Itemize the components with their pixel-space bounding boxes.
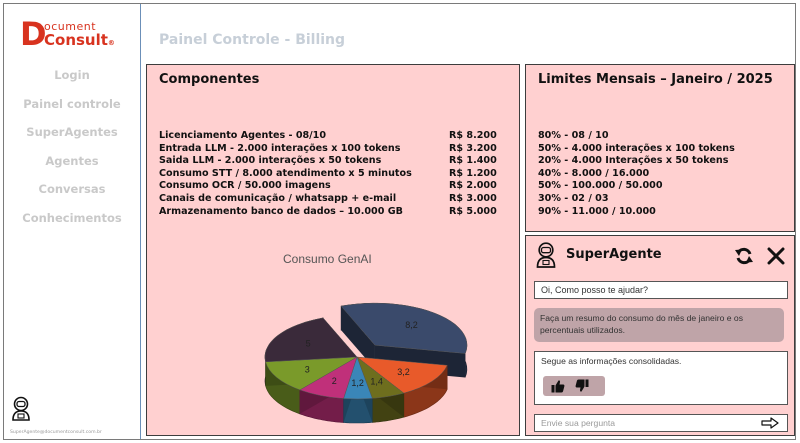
table-row: Entrada LLM - 2.000 interações x 100 tok…: [159, 143, 509, 156]
component-price: R$ 5.000: [449, 205, 497, 217]
pie-slice-label: 1,4: [370, 377, 383, 387]
question-input[interactable]: [535, 415, 755, 431]
sidebar-item-painel-controle[interactable]: Painel controle: [4, 93, 140, 122]
agent-greeting: Oi, Como posso te ajudar?: [534, 281, 788, 299]
pie-slice-label: 5: [306, 339, 311, 349]
sidebar-item-conversas[interactable]: Conversas: [4, 178, 140, 207]
list-item: 30% - 02 / 03: [538, 192, 609, 204]
consumo-genai-chart: 8,2 3,2 1,4 1,2 2 3 5: [264, 302, 468, 424]
agent-name: SuperAgente: [566, 247, 662, 262]
send-arrow-icon[interactable]: [761, 417, 779, 429]
table-row: Canais de comunicação / whatsapp + e-mai…: [159, 193, 509, 206]
table-row: Consumo OCR / 50.000 imagens R$ 2.000: [159, 180, 509, 193]
pie-slice-label: 3: [305, 365, 310, 375]
table-row: Licenciamento Agentes - 08/10 R$ 8.200: [159, 130, 509, 143]
question-input-box: [534, 414, 788, 432]
close-icon[interactable]: [766, 246, 786, 266]
sidebar-item-conhecimentos[interactable]: Conhecimentos: [4, 207, 140, 236]
astronaut-icon: [12, 396, 30, 421]
component-price: R$ 8.200: [449, 130, 497, 141]
astronaut-icon: [536, 242, 556, 268]
feedback-buttons: [543, 376, 605, 396]
table-row: Saida LLM - 2.000 interações x 50 tokens…: [159, 155, 509, 168]
app-window: D ocument Consult® Login Painel controle…: [3, 3, 796, 440]
logo-bottom: Consult®: [44, 31, 115, 49]
logo-d: D: [20, 15, 47, 53]
component-label: Consumo OCR / 50.000 imagens: [159, 180, 331, 192]
limits-list: 80% - 08 / 10 50% - 4.000 interações x 1…: [538, 130, 788, 218]
user-message: Faça um resumo do consumo do mês de jane…: [534, 308, 784, 342]
component-label: Canais de comunicação / whatsapp + e-mai…: [159, 192, 397, 204]
support-email[interactable]: SuperAgente@documentconsult.com.br: [10, 430, 138, 435]
sidebar-item-superagentes[interactable]: SuperAgentes: [4, 121, 140, 150]
sidebar-item-agentes[interactable]: Agentes: [4, 150, 140, 179]
component-label: Entrada LLM - 2.000 interações x 100 tok…: [159, 142, 401, 154]
agent-header: SuperAgente: [534, 242, 788, 270]
agent-reply: Segue as informações consolidadas.: [534, 351, 788, 405]
limits-title: Limites Mensais – Janeiro / 2025: [538, 72, 773, 87]
thumbs-up-icon[interactable]: [551, 379, 565, 393]
component-label: Armazenamento banco de dados – 10.000 GB: [159, 205, 403, 217]
component-label: Consumo STT / 8.000 atendimento x 5 minu…: [159, 167, 412, 179]
pie-slice-label: 1,2: [351, 378, 364, 388]
component-price: R$ 1.200: [449, 167, 497, 179]
component-price: R$ 2.000: [449, 180, 497, 192]
superagent-panel: SuperAgente Oi, Como posso te ajudar? Fa…: [525, 235, 795, 436]
list-item: 50% - 100.000 / 50.000: [538, 180, 663, 192]
sidebar-nav: Login Painel controle SuperAgentes Agent…: [4, 64, 140, 235]
sidebar-footer: SuperAgente@documentconsult.com.br: [10, 396, 138, 435]
list-item: 50% - 4.000 interações x 100 tokens: [538, 142, 735, 154]
refresh-icon[interactable]: [734, 246, 754, 266]
limits-panel: Limites Mensais – Janeiro / 2025 80% - 0…: [525, 64, 795, 232]
pie-slice-label: 8,2: [405, 320, 418, 330]
component-price: R$ 1.400: [449, 155, 497, 167]
sidebar: D ocument Consult® Login Painel controle…: [4, 4, 141, 439]
component-label: Licenciamento Agentes - 08/10: [159, 130, 327, 141]
page-title: Painel Controle - Billing: [159, 32, 346, 48]
agent-reply-text: Segue as informações consolidadas.: [541, 356, 682, 366]
logo: D ocument Consult®: [20, 18, 120, 50]
pie-slice-label: 3,2: [397, 367, 410, 377]
component-label: Saida LLM - 2.000 interações x 50 tokens: [159, 155, 382, 167]
components-table: Licenciamento Agentes - 08/10 R$ 8.200 En…: [159, 130, 509, 218]
components-title: Componentes: [159, 72, 260, 87]
list-item: 90% - 11.000 / 10.000: [538, 205, 656, 217]
components-panel: Componentes Licenciamento Agentes - 08/1…: [146, 64, 520, 436]
component-price: R$ 3.200: [449, 142, 497, 154]
list-item: 20% - 4.000 Interações x 50 tokens: [538, 155, 729, 167]
list-item: 80% - 08 / 10: [538, 130, 609, 141]
pie-slice-label: 2: [332, 376, 337, 386]
list-item: 40% - 8.000 / 16.000: [538, 167, 650, 179]
thumbs-down-icon[interactable]: [575, 379, 589, 393]
component-price: R$ 3.000: [449, 192, 497, 204]
sidebar-item-login[interactable]: Login: [4, 64, 140, 93]
table-row: Armazenamento banco de dados – 10.000 GB…: [159, 206, 509, 219]
chart-title: Consumo GenAI: [283, 252, 372, 266]
table-row: Consumo STT / 8.000 atendimento x 5 minu…: [159, 168, 509, 181]
